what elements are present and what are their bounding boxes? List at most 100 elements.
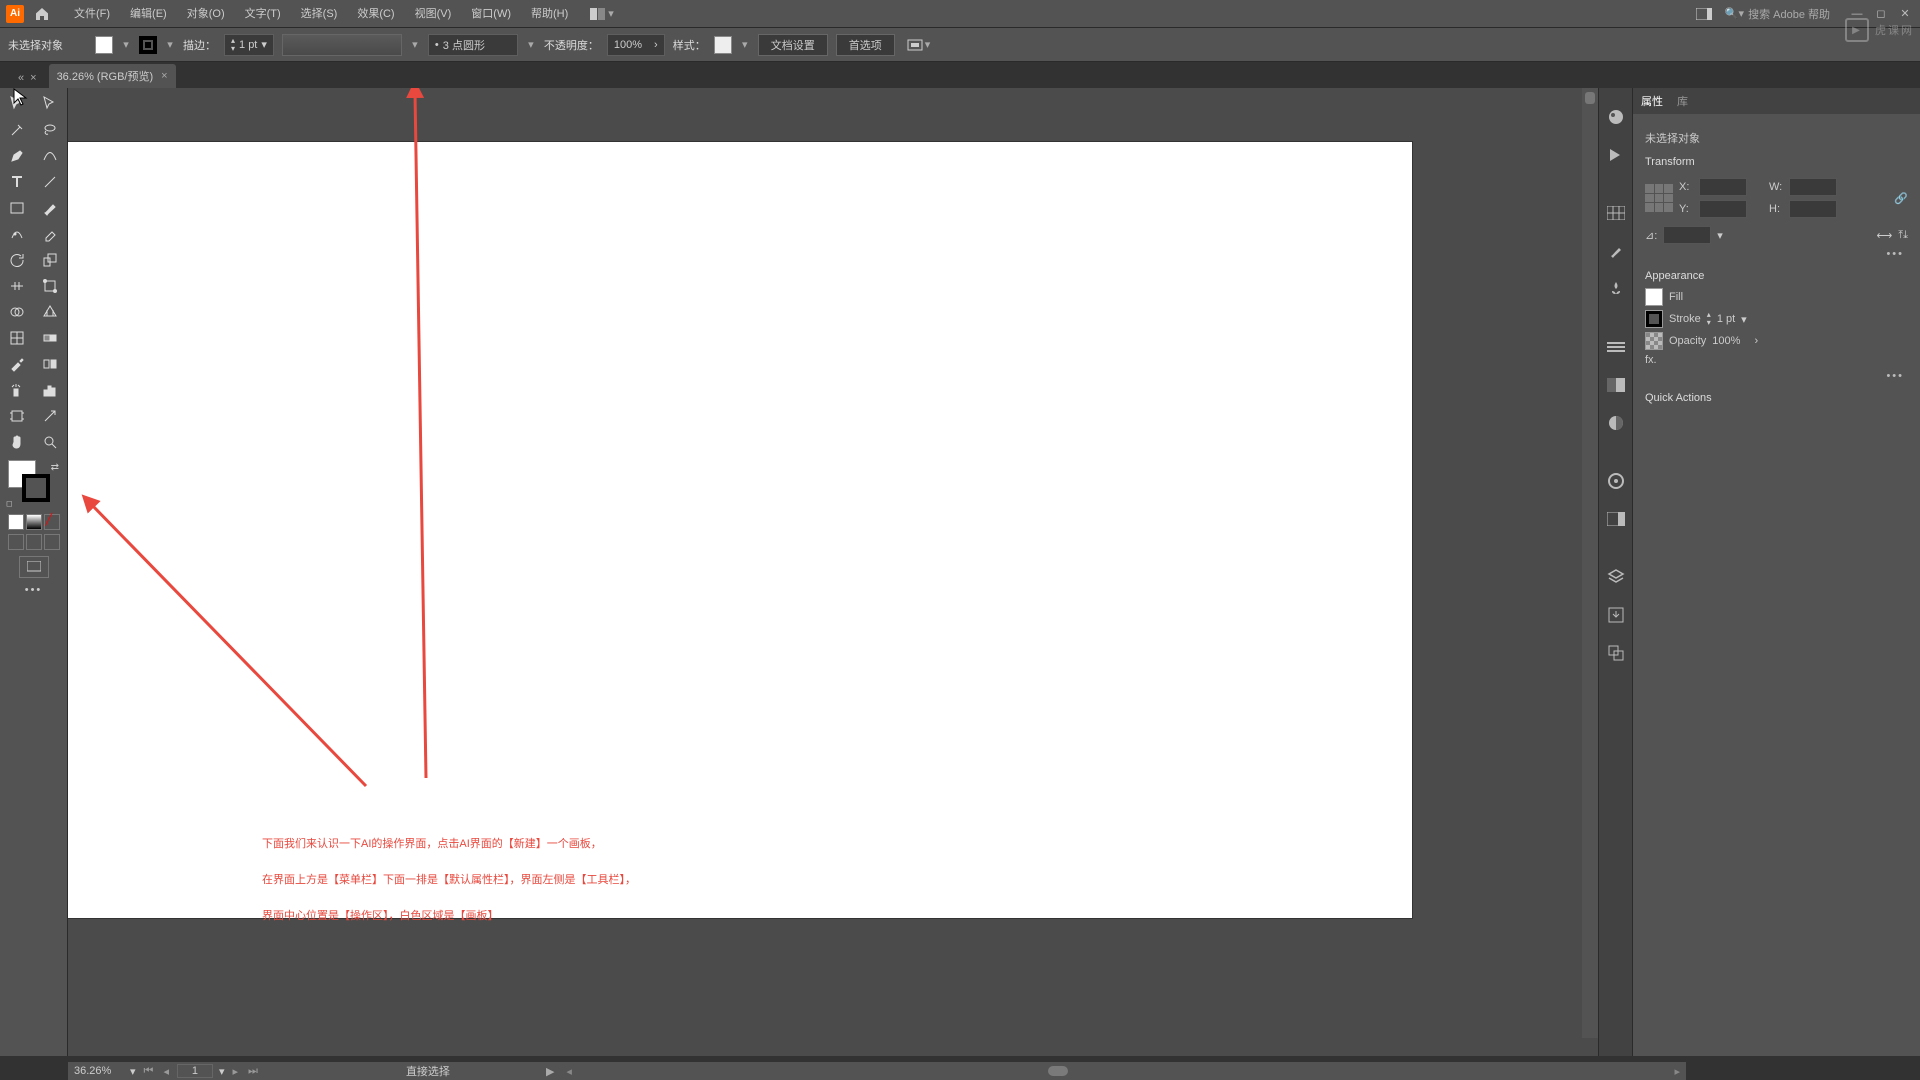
layers-panel-icon[interactable]: [1605, 566, 1627, 588]
symbol-sprayer-tool[interactable]: [2, 378, 33, 402]
slice-tool[interactable]: [35, 404, 66, 428]
mesh-tool[interactable]: [2, 326, 33, 350]
horizontal-scrollbar[interactable]: [1048, 1066, 1068, 1076]
artboard-tool[interactable]: [2, 404, 33, 428]
color-mode[interactable]: [8, 514, 24, 530]
arrange-documents[interactable]: ▾: [590, 7, 614, 20]
stroke-dropdown-icon[interactable]: ▾: [165, 36, 175, 54]
menu-type[interactable]: 文字(T): [235, 0, 291, 28]
x-input[interactable]: [1699, 178, 1747, 196]
fill-swatch-panel[interactable]: [1645, 288, 1663, 306]
stroke-swatch[interactable]: [139, 36, 157, 54]
draw-normal[interactable]: [8, 534, 24, 550]
fx-label[interactable]: fx.: [1645, 354, 1657, 366]
zoom-tool[interactable]: [35, 430, 66, 454]
stroke-weight-input[interactable]: ▴▾ 1 pt ▾: [224, 34, 274, 56]
swap-fill-stroke-icon[interactable]: ⇄: [51, 462, 59, 473]
stroke-value-panel[interactable]: 1 pt: [1717, 313, 1735, 325]
gradient-tool[interactable]: [35, 326, 66, 350]
tab-libraries[interactable]: 库: [1677, 93, 1688, 109]
document-tab[interactable]: 36.26% (RGB/预览) ×: [49, 64, 176, 88]
blend-tool[interactable]: [35, 352, 66, 376]
prev-artboard-icon[interactable]: ◂: [161, 1065, 171, 1078]
pen-tool[interactable]: [2, 144, 33, 168]
style-dropdown-icon[interactable]: ▾: [740, 36, 750, 54]
style-swatch[interactable]: [714, 36, 732, 54]
artboards-panel-icon[interactable]: [1605, 642, 1627, 664]
width-tool[interactable]: [2, 274, 33, 298]
panel-collapse-icon[interactable]: «: [18, 72, 24, 84]
menu-effect[interactable]: 效果(C): [347, 0, 404, 28]
canvas-area[interactable]: 下面我们来认识一下AI的操作界面，点击AI界面的【新建】一个画板， 在界面上方是…: [68, 88, 1598, 1056]
selection-tool[interactable]: [2, 92, 33, 116]
transform-more-icon[interactable]: •••: [1645, 248, 1908, 260]
type-tool[interactable]: [2, 170, 33, 194]
appearance-panel-icon[interactable]: [1605, 470, 1627, 492]
last-artboard-icon[interactable]: ⏭: [246, 1065, 260, 1078]
gradient-panel-icon[interactable]: [1605, 374, 1627, 396]
preferences-button[interactable]: 首选项: [836, 34, 895, 56]
home-icon[interactable]: [32, 4, 52, 24]
h-input[interactable]: [1789, 200, 1837, 218]
profile-dropdown-icon[interactable]: ▾: [410, 36, 420, 54]
none-mode[interactable]: ╱: [44, 514, 60, 530]
vertical-scrollbar[interactable]: [1582, 88, 1598, 1038]
draw-behind[interactable]: [26, 534, 42, 550]
menu-select[interactable]: 选择(S): [291, 0, 348, 28]
link-wh-icon[interactable]: 🔗: [1894, 192, 1908, 205]
menu-file[interactable]: 文件(F): [64, 0, 120, 28]
swatches-panel-icon[interactable]: [1605, 202, 1627, 224]
eraser-tool[interactable]: [35, 222, 66, 246]
flip-vertical-icon[interactable]: ⤒⤓: [1898, 229, 1908, 242]
lasso-tool[interactable]: [35, 118, 66, 142]
color-guide-panel-icon[interactable]: [1605, 144, 1627, 166]
fill-dropdown-icon[interactable]: ▾: [121, 36, 131, 54]
hand-tool[interactable]: [2, 430, 33, 454]
symbols-panel-icon[interactable]: [1605, 278, 1627, 300]
menu-view[interactable]: 视图(V): [405, 0, 462, 28]
asset-export-panel-icon[interactable]: [1605, 604, 1627, 626]
angle-input[interactable]: [1663, 226, 1711, 244]
tab-properties[interactable]: 属性: [1641, 93, 1663, 109]
fill-stroke-control[interactable]: ⇄ ◻: [4, 460, 63, 510]
curvature-tool[interactable]: [35, 144, 66, 168]
paintbrush-tool[interactable]: [35, 196, 66, 220]
transparency-panel-icon[interactable]: [1605, 412, 1627, 434]
zoom-input[interactable]: [74, 1065, 124, 1077]
perspective-grid-tool[interactable]: [35, 300, 66, 324]
line-tool[interactable]: [35, 170, 66, 194]
edit-toolbar-icon[interactable]: •••: [2, 584, 65, 596]
free-transform-tool[interactable]: [35, 274, 66, 298]
reference-point[interactable]: [1645, 184, 1673, 212]
brush-dropdown-icon[interactable]: ▾: [526, 36, 536, 54]
screen-mode[interactable]: [19, 556, 49, 578]
direct-selection-tool[interactable]: [35, 92, 66, 116]
default-fill-stroke-icon[interactable]: ◻: [6, 499, 13, 508]
next-artboard-icon[interactable]: ▸: [231, 1065, 241, 1078]
draw-inside[interactable]: [44, 534, 60, 550]
search-icon[interactable]: 🔍▾: [1725, 7, 1744, 20]
brush-definition[interactable]: • 3 点圆形: [428, 34, 518, 56]
y-input[interactable]: [1699, 200, 1747, 218]
rotate-tool[interactable]: [2, 248, 33, 272]
eyedropper-tool[interactable]: [2, 352, 33, 376]
rectangle-tool[interactable]: [2, 196, 33, 220]
stroke-swatch-panel[interactable]: [1645, 310, 1663, 328]
align-control-icon[interactable]: ▾: [907, 38, 931, 52]
stroke-panel-icon[interactable]: [1605, 336, 1627, 358]
column-graph-tool[interactable]: [35, 378, 66, 402]
variable-width-profile[interactable]: [282, 34, 402, 56]
opacity-input[interactable]: 100%›: [607, 34, 665, 56]
opacity-swatch-panel[interactable]: [1645, 332, 1663, 350]
w-input[interactable]: [1789, 178, 1837, 196]
magic-wand-tool[interactable]: [2, 118, 33, 142]
scale-tool[interactable]: [35, 248, 66, 272]
panel-close-icon[interactable]: ×: [30, 72, 36, 84]
stroke-color-box[interactable]: [22, 474, 50, 502]
menu-edit[interactable]: 编辑(E): [120, 0, 177, 28]
gradient-mode[interactable]: [26, 514, 42, 530]
menu-window[interactable]: 窗口(W): [461, 0, 521, 28]
first-artboard-icon[interactable]: ⏮: [142, 1065, 156, 1078]
workspace-switcher-icon[interactable]: [1693, 3, 1715, 25]
opacity-value-panel[interactable]: 100%: [1712, 335, 1740, 347]
